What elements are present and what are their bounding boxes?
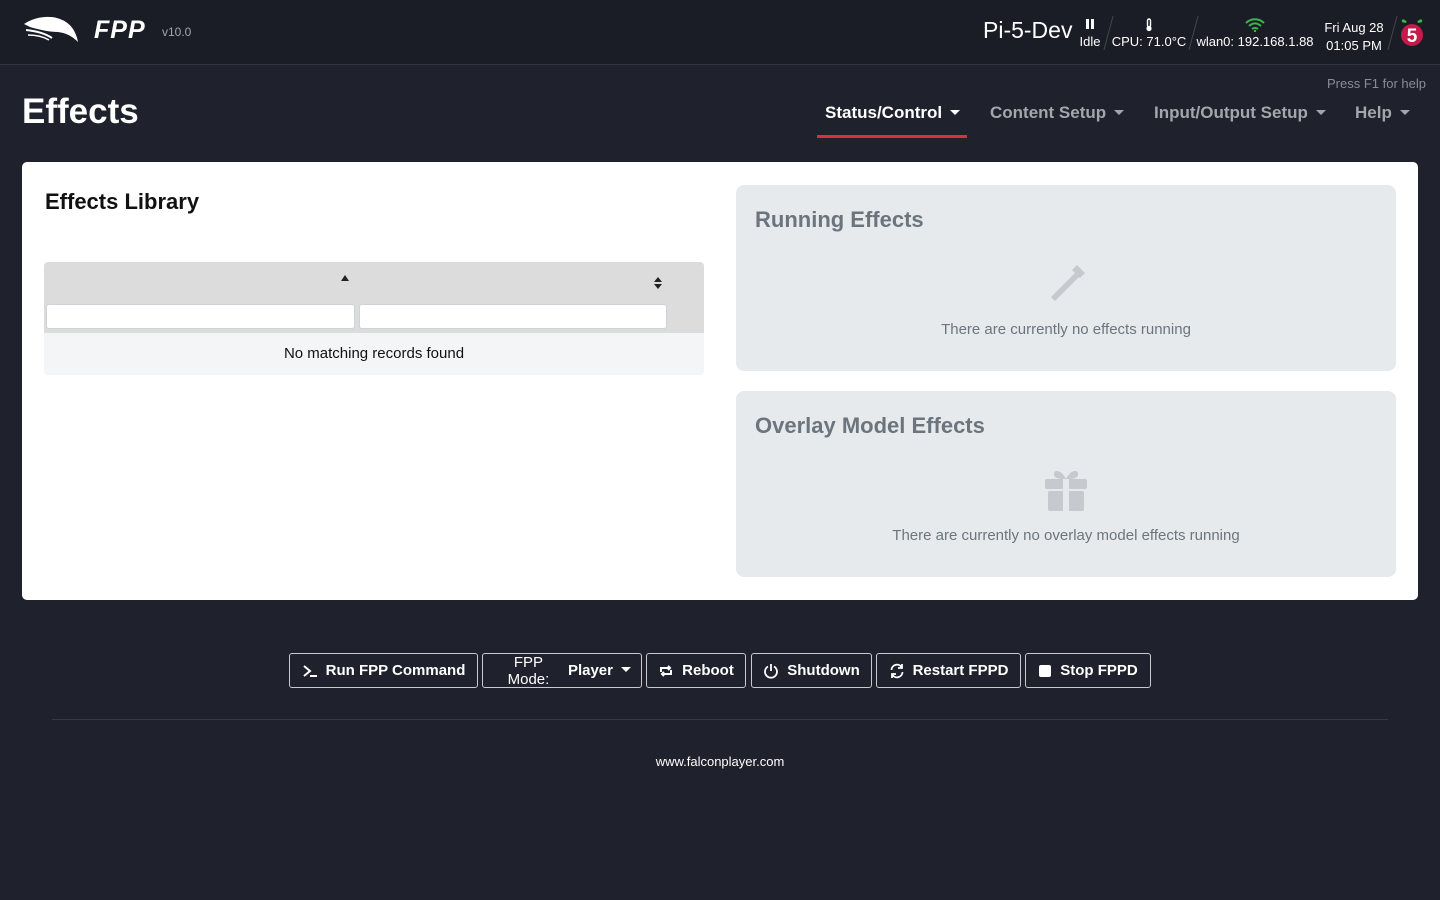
effects-library-table: No matching records found [44,262,704,375]
stop-icon [1039,664,1052,677]
stop-fppd-button[interactable]: Stop FPPD [1025,653,1151,688]
mode-value: Player [567,662,613,679]
page-title: Effects [22,92,139,131]
time-text: 01:05 PM [1326,38,1382,53]
power-icon [764,663,779,679]
file-filter-input[interactable] [359,304,667,329]
overlay-effects-panel: Overlay Model Effects There are currentl… [736,391,1396,577]
sort-icon[interactable] [653,276,663,290]
date-text: Fri Aug 28 [1324,20,1384,35]
hostname: Pi-5-Dev [983,17,1073,43]
brand-name[interactable]: FPP [94,16,146,45]
nav-help[interactable]: Help [1347,100,1418,132]
button-label: Run FPP Command [325,662,466,679]
player-status: Idle [1076,18,1104,49]
button-label: Reboot [682,662,734,679]
nav-input-output-setup[interactable]: Input/Output Setup [1146,100,1334,132]
version-label: v10.0 [162,25,192,39]
button-label: Stop FPPD [1060,662,1138,679]
restart-fppd-button[interactable]: Restart FPPD [876,653,1021,688]
terminal-icon [302,664,317,677]
wifi-icon [1196,18,1314,34]
cpu-text: CPU: 71.0°C [1111,34,1187,49]
sort-ascending-icon[interactable] [341,275,349,281]
chevron-down-icon [1315,109,1326,115]
run-fpp-command-button[interactable]: Run FPP Command [289,653,478,688]
chevron-down-icon [1114,109,1125,115]
name-filter-input[interactable] [46,304,355,329]
gift-icon [1045,470,1087,511]
mode-label: FPP Mode: [507,653,550,688]
svg-text:5: 5 [1407,26,1418,47]
empty-table-message: No matching records found [44,333,704,375]
falcon-logo-icon[interactable] [22,14,80,48]
effects-library-title: Effects Library [45,189,200,214]
cpu-status: CPU: 71.0°C [1110,18,1188,49]
network-status: wlan0: 192.168.1.88 [1196,18,1314,49]
nav-content-setup[interactable]: Content Setup [982,100,1132,132]
effects-card: Effects Library No matching records foun… [22,162,1418,600]
running-effects-panel: Running Effects There are currently no e… [736,185,1396,371]
thermometer-icon [1110,18,1188,34]
running-effects-message: There are currently no effects running [941,321,1191,338]
reboot-button[interactable]: Reboot [646,653,746,688]
nav-label: Content Setup [990,103,1107,122]
datetime: Fri Aug 28 01:05 PM [1318,19,1390,55]
footer-link-text[interactable]: www.falconplayer.com [656,754,785,769]
magic-wand-icon [1051,265,1085,301]
fpp-mode-dropdown[interactable]: FPP Mode: Player [482,653,642,688]
table-header [44,262,704,333]
footer-link[interactable]: www.falconplayer.com [0,754,1440,769]
top-header: FPP v10.0 Pi-5-Dev Idle CPU: 71.0°C wlan… [0,0,1440,65]
network-text: wlan0: 192.168.1.88 [1196,34,1314,49]
shutdown-button[interactable]: Shutdown [751,653,872,688]
sync-icon [890,663,903,678]
nav-label: Input/Output Setup [1154,103,1308,122]
reboot-icon [660,664,673,677]
running-effects-title: Running Effects [755,207,924,232]
pause-icon [1076,18,1104,34]
overlay-effects-title: Overlay Model Effects [755,413,985,438]
nav-status-control[interactable]: Status/Control [817,100,967,138]
chevron-down-icon [621,666,631,672]
status-text: Idle [1079,34,1101,49]
raspberry-pi-5-icon: 5 [1401,19,1423,47]
overlay-effects-message: There are currently no overlay model eff… [892,527,1240,544]
button-label: Restart FPPD [912,662,1009,679]
nav-label: Help [1355,103,1392,122]
help-hint: Press F1 for help [1327,76,1426,91]
button-label: Shutdown [787,662,860,679]
nav-label: Status/Control [825,103,943,122]
chevron-down-icon [1399,109,1410,115]
footer-divider [52,719,1388,720]
chevron-down-icon [950,109,961,115]
